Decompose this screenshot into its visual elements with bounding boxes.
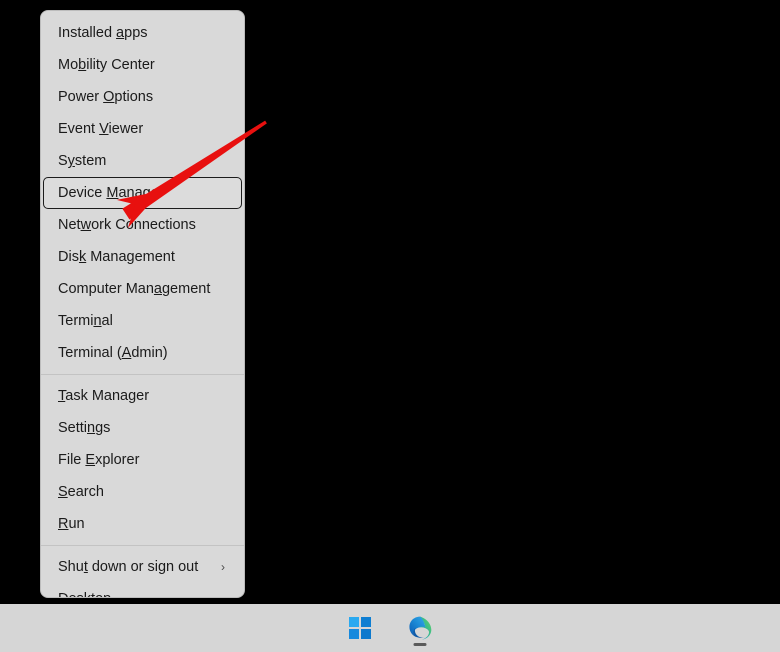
- menu-item-computer-management[interactable]: Computer Management: [43, 273, 242, 305]
- menu-item-installed-apps[interactable]: Installed apps: [43, 17, 242, 49]
- menu-separator: [41, 545, 244, 546]
- menu-item-network-connections[interactable]: Network Connections: [43, 209, 242, 241]
- menu-item-run[interactable]: Run: [43, 508, 242, 540]
- menu-item-label: Search: [58, 484, 104, 500]
- menu-item-label: Mobility Center: [58, 57, 155, 73]
- menu-item-label: Network Connections: [58, 217, 196, 233]
- menu-item-event-viewer[interactable]: Event Viewer: [43, 113, 242, 145]
- menu-item-device-manager[interactable]: Device Manager: [43, 177, 242, 209]
- menu-item-search[interactable]: Search: [43, 476, 242, 508]
- menu-item-label: Task Manager: [58, 388, 150, 404]
- menu-separator: [41, 374, 244, 375]
- menu-item-system[interactable]: System: [43, 145, 242, 177]
- menu-item-label: Settings: [58, 420, 111, 436]
- menu-item-label: Run: [58, 516, 85, 532]
- taskbar: [0, 604, 780, 652]
- menu-item-label: Computer Management: [58, 281, 211, 297]
- menu-item-file-explorer[interactable]: File Explorer: [43, 444, 242, 476]
- taskbar-active-indicator: [413, 643, 427, 646]
- windows-start-icon: [349, 617, 371, 639]
- menu-item-disk-management[interactable]: Disk Management: [43, 241, 242, 273]
- menu-item-label: Desktop: [58, 583, 111, 597]
- menu-item-label: Power Options: [58, 89, 154, 105]
- menu-item-label: System: [58, 153, 107, 169]
- chevron-right-icon: ›: [221, 560, 225, 574]
- menu-item-terminal[interactable]: Terminal: [43, 305, 242, 337]
- taskbar-button-edge[interactable]: [400, 608, 440, 648]
- menu-item-task-manager[interactable]: Task Manager: [43, 380, 242, 412]
- microsoft-edge-icon: [409, 616, 432, 640]
- taskbar-button-start[interactable]: [340, 608, 380, 648]
- menu-item-label: Terminal (Admin): [58, 345, 168, 361]
- menu-item-shut-down-or-sign-out[interactable]: Shut down or sign out ›: [43, 551, 242, 583]
- menu-item-settings[interactable]: Settings: [43, 412, 242, 444]
- menu-item-desktop[interactable]: Desktop: [43, 583, 242, 597]
- menu-item-label: Event Viewer: [58, 121, 144, 137]
- quick-link-menu: Installed apps Mobility Center Power Optio…: [40, 10, 245, 598]
- menu-item-label: Installed apps: [58, 25, 148, 41]
- menu-item-label: File Explorer: [58, 452, 140, 468]
- menu-item-mobility-center[interactable]: Mobility Center: [43, 49, 242, 81]
- menu-item-label: Disk Management: [58, 249, 175, 265]
- menu-item-terminal-admin[interactable]: Terminal (Admin): [43, 337, 242, 369]
- menu-item-power-options[interactable]: Power Options: [43, 81, 242, 113]
- menu-item-label: Terminal: [58, 313, 113, 329]
- menu-item-label: Device Manager: [58, 185, 164, 201]
- menu-item-label: Shut down or sign out: [58, 559, 199, 575]
